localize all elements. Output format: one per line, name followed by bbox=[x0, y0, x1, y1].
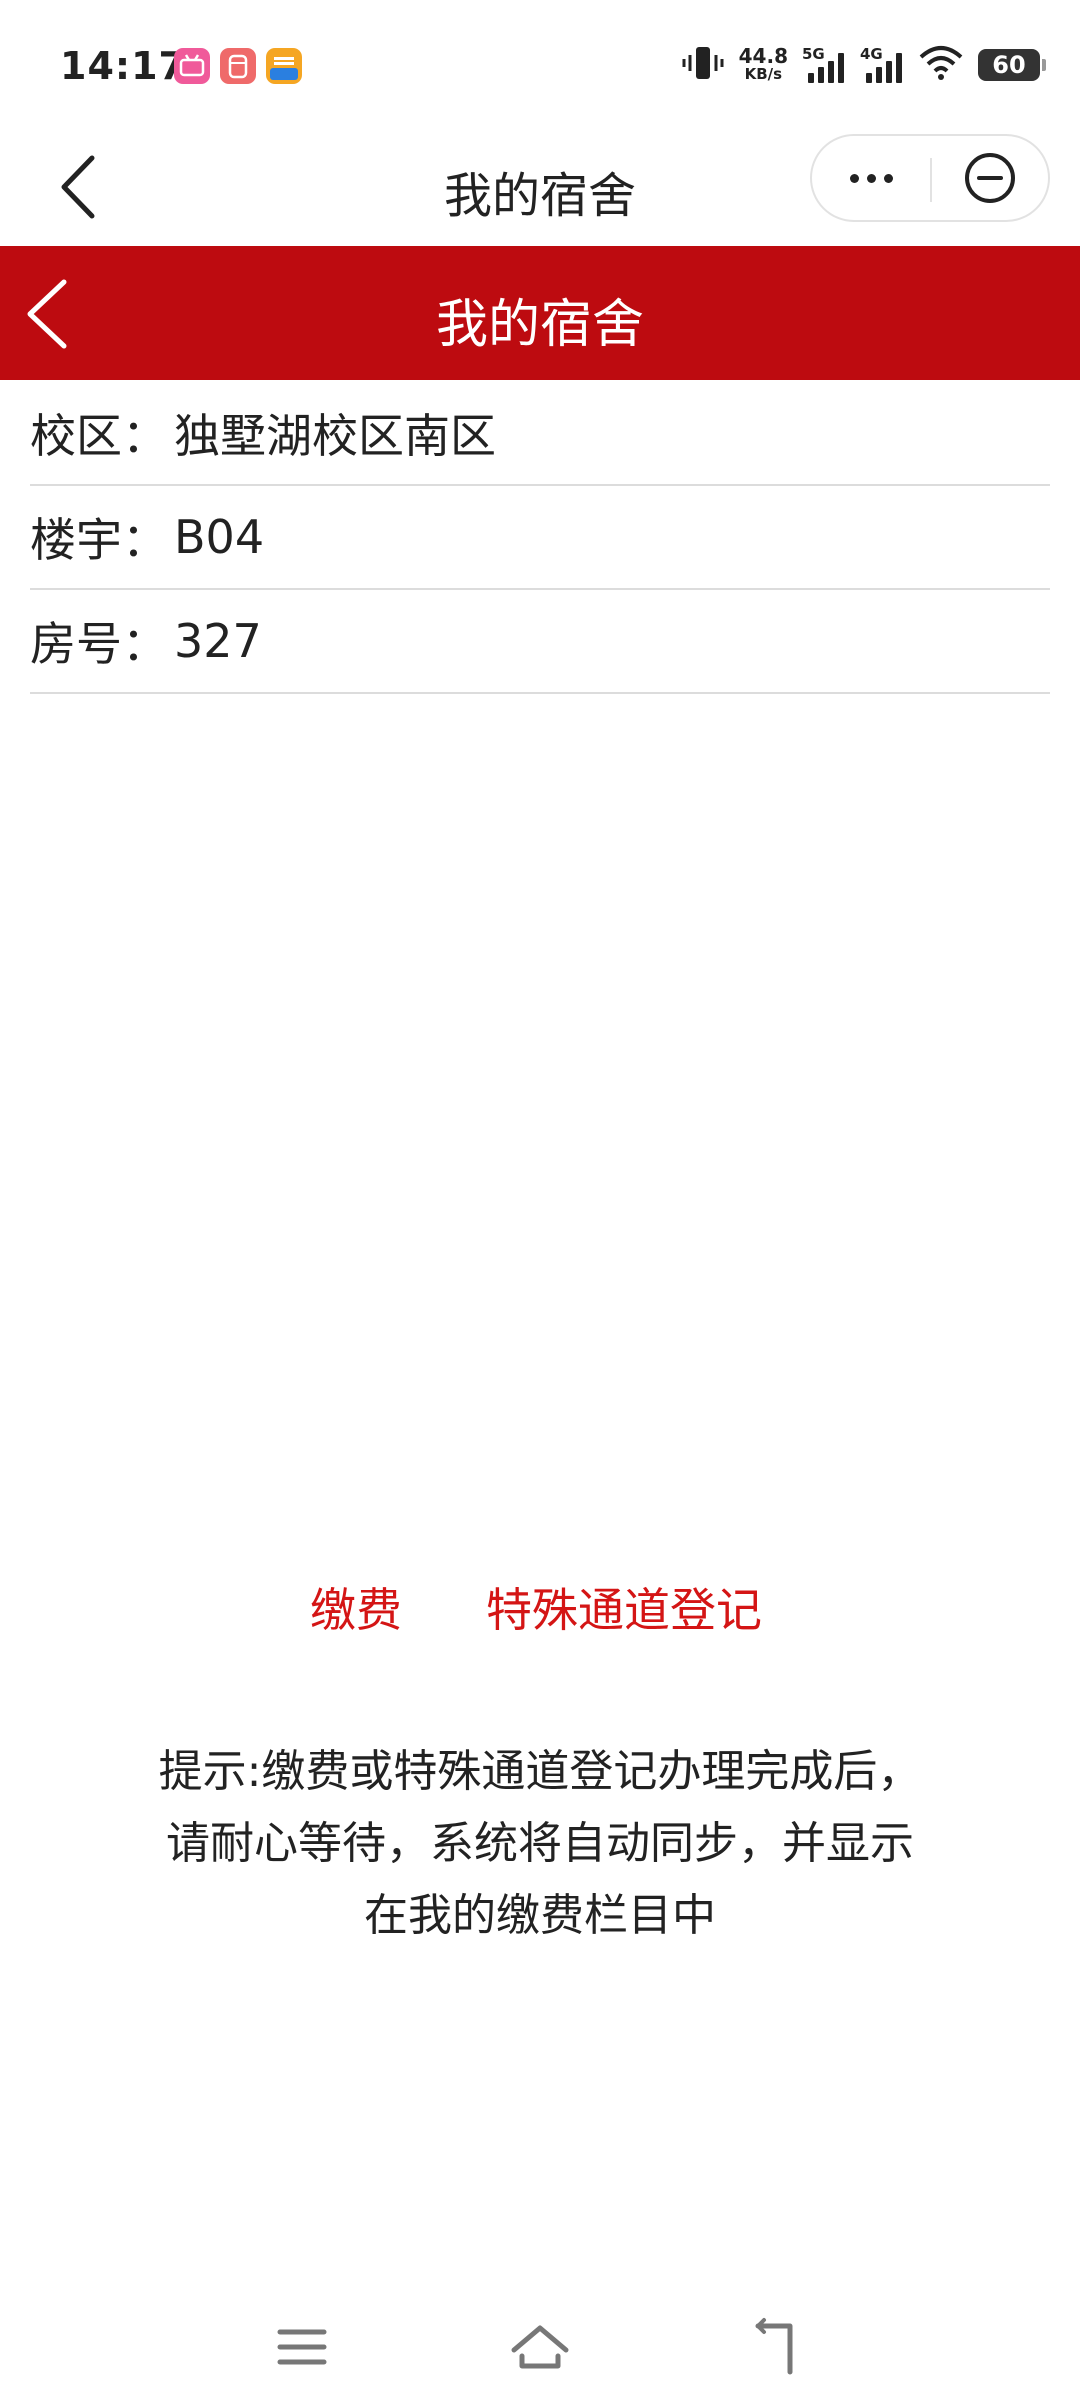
dorm-info-list: 校区： 独墅湖校区南区 楼宇： B04 房号： 327 bbox=[30, 382, 1050, 694]
info-row-campus: 校区： 独墅湖校区南区 bbox=[30, 382, 1050, 486]
menu-icon[interactable] bbox=[262, 2312, 342, 2382]
page-header: 我的宿舍 bbox=[0, 246, 1080, 380]
info-row-room: 房号： 327 bbox=[30, 590, 1050, 694]
taobao-xianyu-icon bbox=[266, 48, 302, 84]
capsule-menu bbox=[810, 134, 1050, 222]
status-time: 14:17 bbox=[60, 44, 186, 88]
action-links: 缴费 特殊通道登记 bbox=[0, 1574, 1080, 1644]
app-cylinder-icon bbox=[220, 48, 256, 84]
page-title: 我的宿舍 bbox=[435, 295, 644, 355]
room-label: 房号： bbox=[30, 617, 168, 671]
signal-4g-icon: 4G bbox=[860, 45, 904, 85]
signal-5g-icon: 5G bbox=[802, 45, 846, 85]
system-nav-bar bbox=[0, 2300, 1080, 2400]
minus-circle-icon[interactable] bbox=[932, 136, 1048, 220]
status-indicators: 44.8 KB/s 5G 4G 60 bbox=[681, 40, 1046, 90]
campus-label: 校区： bbox=[30, 409, 168, 463]
tip-line-1: 提示:缴费或特殊通道登记办理完成后， bbox=[158, 1746, 922, 1797]
tip-line-3: 在我的缴费栏目中 bbox=[364, 1890, 716, 1941]
campus-value: 独墅湖校区南区 bbox=[174, 409, 496, 463]
sim2-label: 4G bbox=[860, 45, 883, 63]
net-speed-unit: KB/s bbox=[744, 65, 783, 83]
pay-link[interactable]: 缴费 bbox=[310, 1574, 402, 1640]
room-value: 327 bbox=[174, 614, 262, 668]
mini-program-nav-bar: 我的宿舍 bbox=[0, 130, 1080, 246]
building-label: 楼宇： bbox=[30, 513, 168, 567]
vibrate-icon bbox=[681, 43, 725, 87]
status-bar: 14:17 44.8 KB/s 5G 4G 60 bbox=[0, 0, 1080, 130]
tip-text: 提示:缴费或特殊通道登记办理完成后， 请耐心等待，系统将自动同步，并显示 在我的… bbox=[90, 1736, 990, 1952]
battery-level: 60 bbox=[992, 51, 1026, 79]
more-dots-icon[interactable] bbox=[812, 136, 930, 220]
back-icon[interactable] bbox=[738, 2312, 818, 2382]
wifi-icon bbox=[918, 45, 964, 85]
info-row-building: 楼宇： B04 bbox=[30, 486, 1050, 590]
special-channel-link[interactable]: 特殊通道登记 bbox=[486, 1574, 762, 1640]
tip-line-2: 请耐心等待，系统将自动同步，并显示 bbox=[166, 1818, 914, 1869]
battery-icon: 60 bbox=[978, 49, 1046, 81]
network-speed: 44.8 KB/s bbox=[738, 44, 788, 83]
bilibili-icon bbox=[174, 48, 210, 84]
sim1-label: 5G bbox=[802, 45, 825, 63]
home-icon[interactable] bbox=[500, 2312, 580, 2382]
screen: 14:17 44.8 KB/s 5G 4G 60 我的宿舍 我的宿舍 校区： 独… bbox=[0, 0, 1080, 2400]
net-speed-value: 44.8 bbox=[738, 44, 788, 68]
building-value: B04 bbox=[174, 510, 265, 564]
